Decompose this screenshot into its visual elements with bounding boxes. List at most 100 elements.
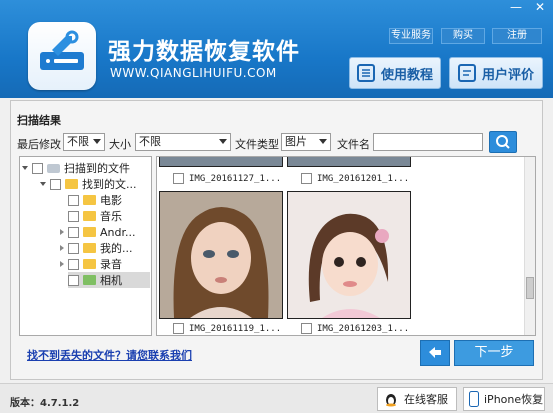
chevron-down-icon <box>219 139 227 144</box>
tree-label: 扫描到的文件 <box>64 162 130 175</box>
type-select[interactable]: 图片 <box>281 133 331 151</box>
tree-label: 找到的文... <box>82 178 137 191</box>
file-item[interactable]: IMG_20161119_1... <box>173 323 281 334</box>
tree-item-recordings[interactable]: 录音 <box>60 256 122 272</box>
tree-item-root[interactable]: 扫描到的文件 <box>22 160 130 176</box>
iphone-recovery-label: iPhone恢复 <box>484 393 544 406</box>
file-thumbnail[interactable] <box>287 157 411 167</box>
file-name: IMG_20161201_1... <box>317 173 410 184</box>
drive-icon <box>47 163 60 173</box>
close-button[interactable]: ✕ <box>529 0 551 14</box>
file-grid-scrollbar[interactable] <box>524 157 535 335</box>
online-service-button[interactable]: 在线客服 <box>377 387 457 411</box>
modified-value: 不限 <box>67 135 89 148</box>
back-button[interactable] <box>420 340 450 366</box>
contact-us-link[interactable]: 找不到丢失的文件？请您联系我们 <box>27 347 192 363</box>
tree-item-movies[interactable]: 电影 <box>68 192 122 208</box>
file-thumbnail[interactable] <box>159 191 283 319</box>
pro-service-link[interactable]: 专业服务 <box>389 28 433 44</box>
iphone-recovery-button[interactable]: iPhone恢复 <box>463 387 545 411</box>
app-window: 强力数据恢复软件 WWW.QIANGLIHUIFU.COM — ✕ 专业服务 购… <box>0 0 553 413</box>
scroll-thumb[interactable] <box>526 277 534 299</box>
checkbox[interactable] <box>301 173 312 184</box>
modified-label: 最后修改 <box>17 138 61 151</box>
search-button[interactable] <box>489 131 517 153</box>
checkbox[interactable] <box>173 173 184 184</box>
chevron-down-icon <box>93 139 101 144</box>
file-thumbnail[interactable] <box>159 157 283 167</box>
checkbox[interactable] <box>68 274 79 286</box>
folder-icon <box>83 243 96 253</box>
tree-label: 音乐 <box>100 210 122 223</box>
tutorial-label: 使用教程 <box>380 67 433 83</box>
tree-label: 相机 <box>100 274 122 287</box>
tree-item-music[interactable]: 音乐 <box>68 208 122 224</box>
book-icon <box>356 64 375 82</box>
search-icon <box>496 135 510 149</box>
checkbox[interactable] <box>68 258 79 270</box>
checkbox[interactable] <box>68 194 79 206</box>
file-item[interactable]: IMG_20161203_1... <box>301 323 409 334</box>
expand-icon <box>60 229 64 235</box>
expand-icon <box>22 166 28 170</box>
file-name: IMG_20161119_1... <box>189 323 282 334</box>
folder-icon <box>83 275 96 285</box>
header: 强力数据恢复软件 WWW.QIANGLIHUIFU.COM — ✕ 专业服务 购… <box>0 0 553 98</box>
phone-icon <box>469 391 479 407</box>
filter-row: 最后修改 不限 大小 不限 文件类型 图片 文件名 <box>17 131 537 153</box>
checkbox[interactable] <box>68 242 79 254</box>
app-logo <box>28 22 96 90</box>
folder-icon <box>83 227 96 237</box>
tree-item-android[interactable]: Andr... <box>60 224 135 240</box>
checkbox[interactable] <box>173 323 184 334</box>
tree-label: 电影 <box>100 194 122 207</box>
checkbox[interactable] <box>50 178 61 190</box>
folder-icon <box>65 179 78 189</box>
type-value: 图片 <box>285 135 307 148</box>
scan-panel: 扫描结果 最后修改 不限 大小 不限 文件类型 图片 文件名 扫描到的文件 找到… <box>10 100 543 380</box>
minimize-button[interactable]: — <box>505 0 527 14</box>
buy-link[interactable]: 购买 <box>441 28 485 44</box>
register-link[interactable]: 注册 <box>492 28 542 44</box>
reviews-label: 用户评价 <box>481 67 534 83</box>
checkbox[interactable] <box>32 162 43 174</box>
tree-item-found[interactable]: 找到的文... <box>40 176 137 192</box>
checkbox[interactable] <box>68 210 79 222</box>
file-item[interactable]: IMG_20161127_1... <box>173 173 281 184</box>
checkbox[interactable] <box>68 226 79 238</box>
tree-label: 录音 <box>100 258 122 271</box>
file-thumbnail[interactable] <box>287 191 411 319</box>
type-label: 文件类型 <box>235 138 279 151</box>
folder-icon <box>83 259 96 269</box>
footer: 版本：4.7.1.2 在线客服 iPhone恢复 <box>0 383 553 413</box>
expand-icon <box>60 261 64 267</box>
penguin-icon <box>386 394 396 407</box>
online-service-label: 在线客服 <box>404 393 448 406</box>
file-item[interactable]: IMG_20161201_1... <box>301 173 409 184</box>
file-grid: IMG_20161127_1... IMG_20161201_1... IMG_… <box>156 156 536 336</box>
comment-icon <box>457 64 476 82</box>
folder-icon <box>83 195 96 205</box>
checkbox[interactable] <box>301 323 312 334</box>
tree-item-camera[interactable]: 相机 <box>68 272 150 288</box>
app-title: 强力数据恢复软件 <box>108 39 300 65</box>
tree-item-mine[interactable]: 我的... <box>60 240 133 256</box>
back-arrow-icon <box>429 347 441 358</box>
chevron-down-icon <box>319 139 327 144</box>
version-text: 版本：4.7.1.2 <box>10 398 80 409</box>
scan-title: 扫描结果 <box>17 114 61 127</box>
folder-icon <box>83 211 96 221</box>
file-name: IMG_20161203_1... <box>317 323 410 334</box>
next-step-button[interactable]: 下一步 <box>454 340 534 366</box>
expand-icon <box>40 182 46 186</box>
reviews-button[interactable]: 用户评价 <box>449 57 543 89</box>
size-select[interactable]: 不限 <box>135 133 231 151</box>
filename-input[interactable] <box>373 133 483 151</box>
tutorial-button[interactable]: 使用教程 <box>349 57 441 89</box>
folder-tree: 扫描到的文件 找到的文... 电影 音乐 Andr... 我的... 录音 相机 <box>19 156 152 336</box>
modified-select[interactable]: 不限 <box>63 133 105 151</box>
tree-label: Andr... <box>100 225 136 239</box>
tree-label: 我的... <box>100 242 133 255</box>
size-label: 大小 <box>109 138 131 151</box>
size-value: 不限 <box>139 135 161 148</box>
